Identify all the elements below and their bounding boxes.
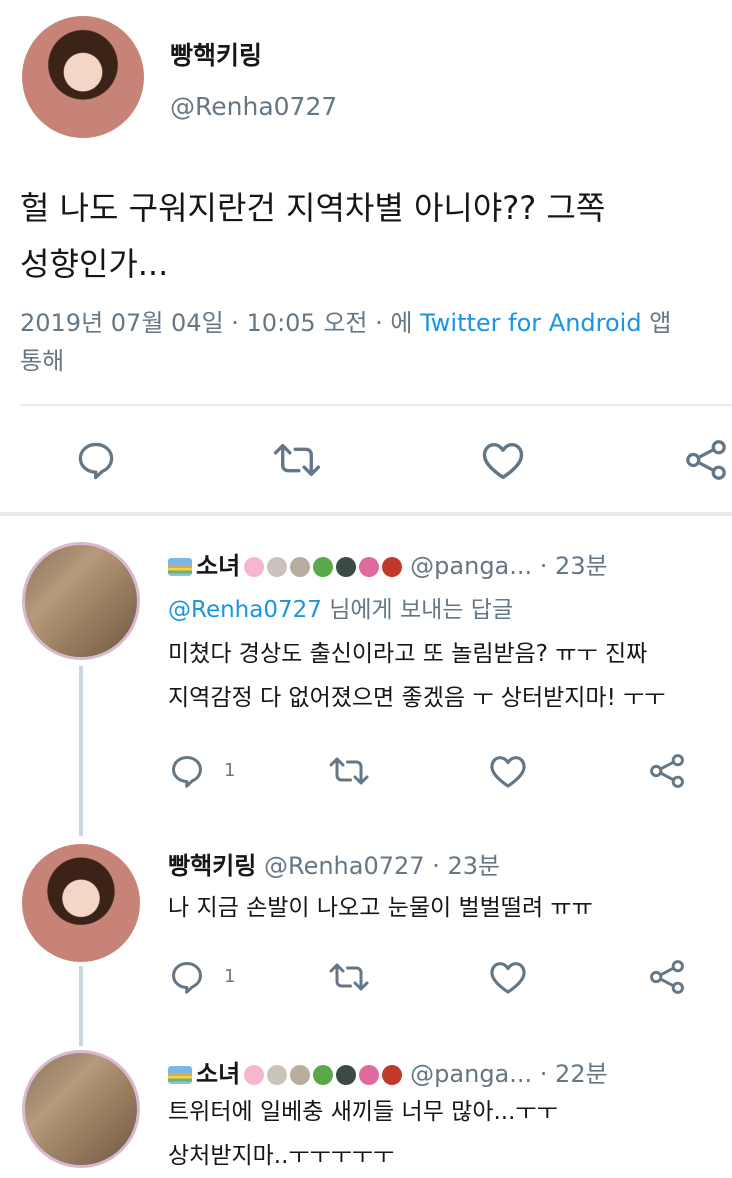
reply-text-line: 미쳤다 경상도 출신이라고 또 놀림받음? ㅠㅜ 진짜 — [168, 641, 648, 667]
rose-icon — [382, 557, 403, 577]
person-icon — [336, 1065, 357, 1085]
reply-text-line: 상처받지마..ㅜㅜㅜㅜㅜ — [168, 1143, 395, 1169]
tweet-meta-suffix: 앱 — [641, 309, 672, 337]
octopus-icon — [359, 557, 380, 577]
person-icon — [336, 557, 357, 577]
rat-icon — [290, 557, 311, 577]
reply-text: 나 지금 손발이 나오고 눈물이 벌벌떨려 ㅠㅠ — [168, 886, 593, 930]
reply-icon[interactable] — [74, 438, 118, 482]
reply-text: 미쳤다 경상도 출신이라고 또 놀림받음? ㅠㅜ 진짜 지역감정 다 없어졌으면… — [168, 632, 665, 720]
reply-text-line: 나 지금 손발이 나오고 눈물이 벌벌떨려 ㅠㅠ — [168, 895, 593, 921]
reply-icon[interactable] — [168, 958, 206, 996]
reply-text-line: 지역감정 다 없어졌으면 좋겠음 ㅜ 상터받지마! ㅜㅜ — [168, 685, 666, 711]
snake-icon — [313, 557, 334, 577]
author-avatar[interactable] — [22, 16, 144, 138]
retweet-icon[interactable] — [328, 960, 370, 994]
flower-icon — [244, 557, 265, 577]
tweet-text-line: 헐 나도 구워지란건 지역차별 아니야?? 그쪽 — [20, 189, 606, 227]
retweet-icon[interactable] — [272, 440, 322, 480]
tweet-meta: 2019년 07월 04일 · 10:05 오전 · 에 Twitter for… — [20, 304, 671, 380]
replying-to: @Renha0727 님에게 보내는 답글 — [168, 590, 513, 624]
snake-icon — [313, 1065, 334, 1085]
share-icon[interactable] — [684, 440, 728, 480]
mouse-icon — [267, 557, 288, 577]
share-icon[interactable] — [648, 754, 686, 788]
reply-text-line: 트위터에 일베충 새끼들 너무 많아...ㅜㅜ — [168, 1099, 558, 1125]
thread-line — [79, 666, 83, 836]
rainbow-icon — [168, 1066, 192, 1084]
reply-time[interactable]: · 23분 — [540, 552, 608, 580]
reply-display-name[interactable]: 소녀 — [196, 1060, 240, 1088]
divider — [20, 404, 732, 406]
tweet-text-line: 성향인가... — [20, 245, 169, 283]
reply-avatar[interactable] — [22, 844, 140, 962]
rat-icon — [290, 1065, 311, 1085]
share-icon[interactable] — [648, 960, 686, 994]
reply-avatar[interactable] — [22, 542, 140, 660]
rose-icon — [382, 1065, 403, 1085]
mouse-icon — [267, 1065, 288, 1085]
like-icon[interactable] — [480, 438, 526, 482]
reply-icon[interactable] — [168, 752, 206, 790]
author-display-name[interactable]: 빵핵키링 — [170, 36, 262, 72]
like-icon[interactable] — [488, 958, 528, 996]
replying-to-label: 님에게 보내는 답글 — [321, 597, 514, 623]
octopus-icon — [359, 1065, 380, 1085]
tweet-text: 헐 나도 구워지란건 지역차별 아니야?? 그쪽 성향인가... — [20, 180, 605, 292]
retweet-icon[interactable] — [328, 754, 370, 788]
tweet-source-link[interactable]: Twitter for Android — [420, 309, 641, 337]
reply-count: 1 — [224, 966, 236, 987]
reply-header: 소녀 @panga... · 22분 — [168, 1054, 608, 1089]
tweet-meta-line: 통해 — [20, 347, 65, 375]
thread-line — [79, 966, 83, 1046]
rainbow-icon — [168, 558, 192, 576]
reply-handle[interactable]: @panga... — [410, 1060, 532, 1088]
reply-display-name[interactable]: 빵핵키링 — [168, 852, 256, 880]
reply-handle[interactable]: @panga... — [410, 552, 532, 580]
reply-text: 트위터에 일베충 새끼들 너무 많아...ㅜㅜ 상처받지마..ㅜㅜㅜㅜㅜ — [168, 1090, 558, 1178]
reply-handle[interactable]: @Renha0727 — [264, 852, 425, 880]
reply-display-name[interactable]: 소녀 — [196, 552, 240, 580]
flower-icon — [244, 1065, 265, 1085]
reply-header: 소녀 @panga... · 23분 — [168, 546, 608, 581]
author-handle[interactable]: @Renha0727 — [170, 92, 337, 121]
section-divider — [0, 512, 732, 516]
reply-avatar[interactable] — [22, 1050, 140, 1168]
like-icon[interactable] — [488, 752, 528, 790]
reply-count: 1 — [224, 760, 236, 781]
reply-header: 빵핵키링 @Renha0727 · 23분 — [168, 846, 500, 881]
reply-time[interactable]: · 23분 — [432, 852, 500, 880]
tweet-timestamp[interactable]: 2019년 07월 04일 · 10:05 오전 · 에 — [20, 309, 420, 337]
reply-time[interactable]: · 22분 — [540, 1060, 608, 1088]
replying-to-mention[interactable]: @Renha0727 — [168, 597, 322, 623]
